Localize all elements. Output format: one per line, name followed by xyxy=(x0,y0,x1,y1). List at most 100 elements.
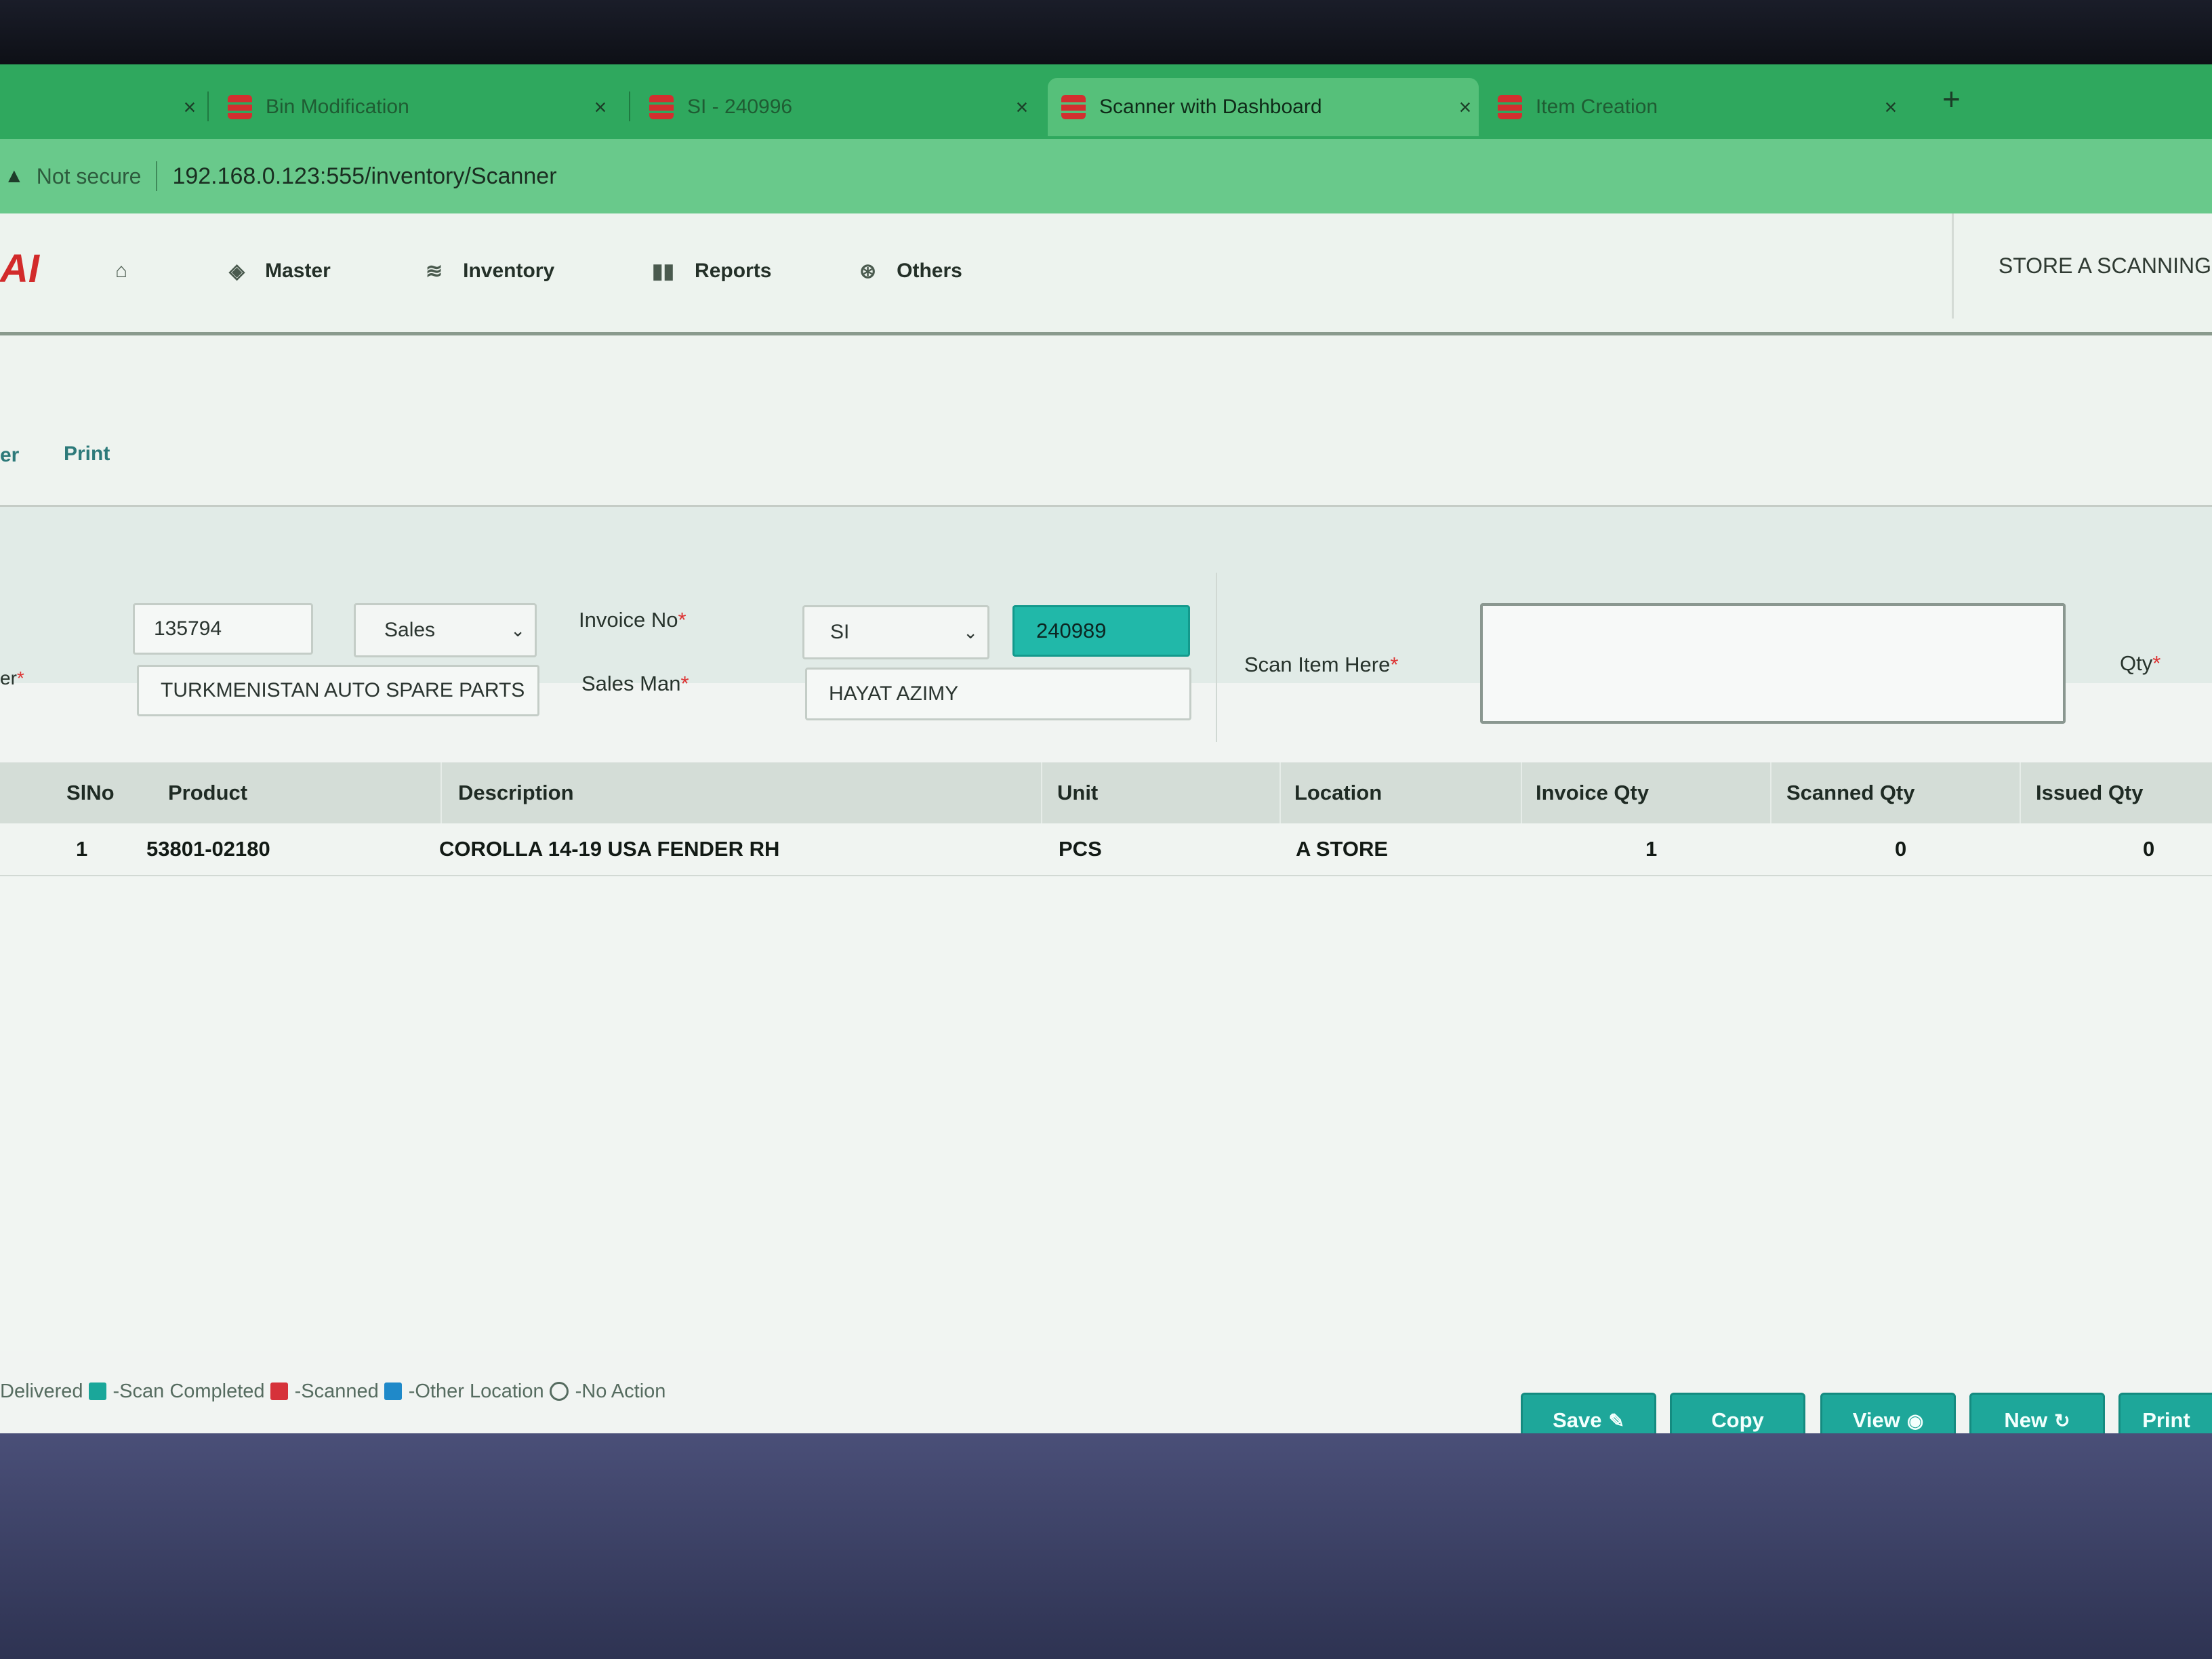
scanned-swatch xyxy=(270,1382,288,1400)
tab-separator xyxy=(207,91,209,121)
print-button-label: Print xyxy=(2142,1408,2190,1432)
address-bar[interactable]: ▲ Not secure 192.168.0.123:555/inventory… xyxy=(0,139,2212,213)
app-favicon-icon xyxy=(228,95,252,119)
nav-label: Others xyxy=(897,260,962,282)
salesman-input[interactable]: HAYAT AZIMY xyxy=(805,668,1191,720)
home-icon: ⌂ xyxy=(115,260,128,282)
col-unit[interactable]: Unit xyxy=(1057,762,1098,823)
col-issued-qty[interactable]: Issued Qty xyxy=(2036,762,2144,823)
customer-input[interactable]: TURKMENISTAN AUTO SPARE PARTS xyxy=(137,665,539,716)
app-favicon-icon xyxy=(1061,95,1086,119)
save-button[interactable]: Save ✎ xyxy=(1521,1393,1656,1433)
nav-reports[interactable]: ▮▮ Reports xyxy=(652,213,771,329)
close-icon[interactable]: × xyxy=(1008,95,1036,120)
col-product[interactable]: Product xyxy=(168,762,247,823)
sub-action-row: er Print xyxy=(0,335,2212,507)
tab-title: Item Creation xyxy=(1536,96,1658,118)
form-divider xyxy=(1216,573,1217,742)
other-location-swatch xyxy=(384,1382,402,1400)
scan-item-label-text: Scan Item Here xyxy=(1244,653,1391,676)
copy-button[interactable]: Copy xyxy=(1670,1393,1805,1433)
invoice-prefix-select[interactable]: SI ⌄ xyxy=(802,605,989,659)
view-button[interactable]: View ◉ xyxy=(1820,1393,1956,1433)
save-icon: ✎ xyxy=(1608,1410,1624,1431)
new-tab-icon[interactable]: + xyxy=(1942,81,1961,117)
legend-scan-completed: -Scan Completed xyxy=(112,1380,265,1402)
url-text[interactable]: 192.168.0.123:555/inventory/Scanner xyxy=(172,163,556,190)
nav-inventory[interactable]: ≋ Inventory xyxy=(426,213,554,329)
print-link[interactable]: Print xyxy=(64,443,110,466)
address-divider xyxy=(156,161,158,191)
app-navbar: AI ⌂ ◈ Master ≋ Inventory ▮▮ Reports ⊛ O… xyxy=(0,213,2212,336)
chevron-down-icon: ⌄ xyxy=(963,621,978,642)
col-slno[interactable]: SlNo xyxy=(66,762,115,823)
legend-delivered: Delivered xyxy=(0,1380,83,1402)
app-favicon-icon xyxy=(649,95,674,119)
close-icon[interactable]: × xyxy=(176,95,203,120)
invoice-no-label: Invoice No* xyxy=(579,608,687,632)
browser-window: × Bin Modification × SI - 240996 × Scann… xyxy=(0,64,2212,1433)
scan-item-input[interactable] xyxy=(1480,603,2066,724)
col-scanned-qty[interactable]: Scanned Qty xyxy=(1786,762,1915,823)
print-button[interactable]: Print xyxy=(2118,1393,2212,1433)
save-button-label: Save xyxy=(1553,1408,1602,1432)
column-divider xyxy=(1770,762,1771,823)
code-input[interactable]: 135794 xyxy=(133,603,313,655)
app-favicon-icon xyxy=(1498,95,1522,119)
column-divider xyxy=(1041,762,1042,823)
invoice-number-field[interactable]: 240989 xyxy=(1012,605,1190,657)
tab-si-240996[interactable]: SI - 240996 × xyxy=(636,78,1036,136)
eye-icon: ◉ xyxy=(1906,1410,1924,1431)
tab-partial[interactable]: × xyxy=(0,78,203,136)
column-divider xyxy=(1521,762,1522,823)
close-icon[interactable]: × xyxy=(1877,95,1904,120)
tab-scanner-with-dashboard[interactable]: Scanner with Dashboard × xyxy=(1048,78,1479,136)
legend-scanned: -Scanned xyxy=(294,1380,379,1402)
monitor-bottom-bezel xyxy=(0,1433,2212,1659)
no-action-swatch xyxy=(549,1382,569,1401)
sales-man-label-text: Sales Man xyxy=(581,672,681,695)
status-legend: Delivered -Scan Completed -Scanned -Othe… xyxy=(0,1378,665,1405)
nav-master[interactable]: ◈ Master xyxy=(229,213,331,329)
scan-completed-swatch xyxy=(88,1382,106,1400)
cell-invoice-qty: 1 xyxy=(1645,837,1658,861)
warning-icon[interactable]: ▲ xyxy=(4,165,24,188)
required-mark: * xyxy=(16,668,24,689)
column-divider xyxy=(2020,762,2021,823)
new-button[interactable]: New ↻ xyxy=(1969,1393,2105,1433)
close-icon[interactable]: × xyxy=(587,95,614,120)
subnav-partial-link[interactable]: er xyxy=(0,444,19,467)
nav-home[interactable]: ⌂ xyxy=(115,213,148,329)
table-empty-area xyxy=(0,876,2212,1351)
tab-item-creation[interactable]: Item Creation × xyxy=(1484,78,1904,136)
qty-label: Qty* xyxy=(2120,651,2160,676)
type-select[interactable]: Sales ⌄ xyxy=(354,603,537,657)
monitor-top-bezel xyxy=(0,0,2212,68)
nav-others[interactable]: ⊛ Others xyxy=(859,213,962,329)
column-divider xyxy=(1279,762,1281,823)
col-location[interactable]: Location xyxy=(1294,762,1382,823)
scan-item-label: Scan Item Here* xyxy=(1244,653,1398,677)
nav-label: Master xyxy=(265,260,331,282)
invoice-prefix-value: SI xyxy=(830,621,850,643)
close-icon[interactable]: × xyxy=(1452,95,1479,120)
app-logo[interactable]: AI xyxy=(0,246,39,291)
tab-title: SI - 240996 xyxy=(687,96,793,118)
tab-title: Scanner with Dashboard xyxy=(1099,96,1322,118)
cell-product: 53801-02180 xyxy=(146,837,270,861)
view-button-label: View xyxy=(1852,1408,1900,1432)
chevron-down-icon: ⌄ xyxy=(510,619,525,640)
col-invoice-qty[interactable]: Invoice Qty xyxy=(1536,762,1649,823)
required-mark: * xyxy=(678,608,687,632)
database-icon: ≋ xyxy=(426,260,443,283)
required-mark: * xyxy=(1390,653,1399,676)
security-status[interactable]: Not secure xyxy=(37,164,142,189)
sales-man-label: Sales Man* xyxy=(581,672,689,696)
table-row[interactable]: 1 53801-02180 COROLLA 14-19 USA FENDER R… xyxy=(0,823,2212,876)
tab-title: Bin Modification xyxy=(266,96,409,118)
invoice-no-label-text: Invoice No xyxy=(579,608,678,632)
tab-strip: × Bin Modification × SI - 240996 × Scann… xyxy=(0,64,2212,139)
cell-scanned-qty: 0 xyxy=(1895,837,1907,861)
tab-bin-modification[interactable]: Bin Modification × xyxy=(214,78,614,136)
col-description[interactable]: Description xyxy=(458,762,574,823)
